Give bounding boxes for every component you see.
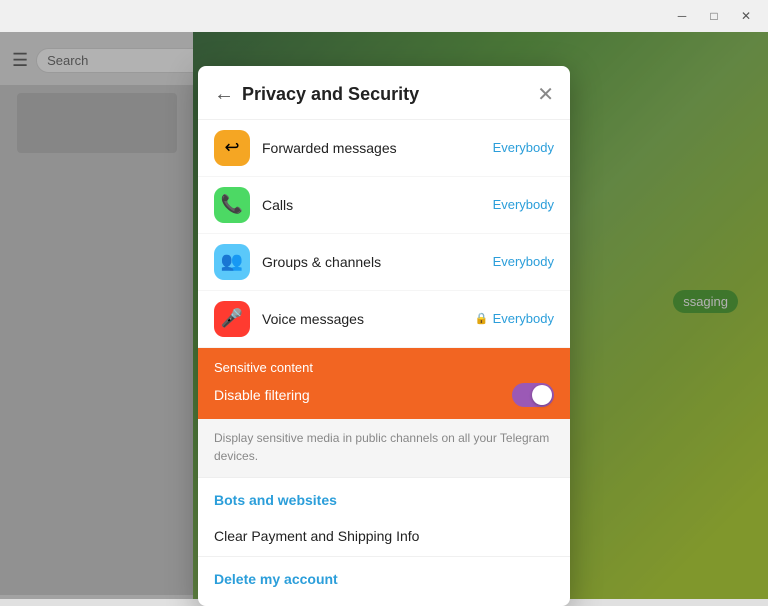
dialog-body: ↩ Forwarded messages Everybody 📞 Calls E… xyxy=(198,120,570,606)
privacy-item-calls[interactable]: 📞 Calls Everybody xyxy=(198,177,570,234)
clear-payment-label: Clear Payment and Shipping Info xyxy=(214,528,419,544)
sensitive-content-section: Sensitive content Disable filtering xyxy=(198,348,570,419)
clear-payment-item[interactable]: Clear Payment and Shipping Info xyxy=(198,516,570,557)
delete-header-text: Delete my account xyxy=(214,571,338,587)
delete-section-header: Delete my account xyxy=(198,557,570,595)
title-bar-controls: ─ □ ✕ xyxy=(668,5,760,27)
sensitive-desc-text: Display sensitive media in public channe… xyxy=(214,431,549,463)
dialog-close-button[interactable]: ✕ xyxy=(537,82,554,107)
privacy-security-dialog: ← Privacy and Security ✕ ↩ Forwarded mes… xyxy=(198,66,570,606)
sensitive-toggle-label: Disable filtering xyxy=(214,387,310,403)
dialog-title: Privacy and Security xyxy=(242,84,537,105)
disable-filtering-toggle[interactable] xyxy=(512,383,554,407)
modal-overlay: ← Privacy and Security ✕ ↩ Forwarded mes… xyxy=(0,32,768,599)
dialog-header: ← Privacy and Security ✕ xyxy=(198,66,570,120)
minimize-button[interactable]: ─ xyxy=(668,5,696,27)
sensitive-title: Sensitive content xyxy=(214,360,554,375)
groups-value: Everybody xyxy=(493,254,554,269)
maximize-button[interactable]: □ xyxy=(700,5,728,27)
groups-icon: 👥 xyxy=(214,244,250,280)
voice-value: 🔒 Everybody xyxy=(475,311,554,326)
privacy-item-voice[interactable]: 🎤 Voice messages 🔒 Everybody xyxy=(198,291,570,348)
bots-section-header: Bots and websites xyxy=(198,478,570,516)
close-button[interactable]: ✕ xyxy=(732,5,760,27)
voice-icon: 🎤 xyxy=(214,301,250,337)
privacy-item-forwarded[interactable]: ↩ Forwarded messages Everybody xyxy=(198,120,570,177)
voice-label: Voice messages xyxy=(262,311,475,327)
calls-icon: 📞 xyxy=(214,187,250,223)
lock-icon: 🔒 xyxy=(475,312,489,325)
toggle-knob xyxy=(532,385,552,405)
bots-header-text: Bots and websites xyxy=(214,492,337,508)
if-away-item[interactable]: If away for... 6 months xyxy=(198,595,570,606)
title-bar: ─ □ ✕ xyxy=(0,0,768,32)
forwarded-value: Everybody xyxy=(493,140,554,155)
privacy-item-groups[interactable]: 👥 Groups & channels Everybody xyxy=(198,234,570,291)
groups-label: Groups & channels xyxy=(262,254,493,270)
sensitive-description: Display sensitive media in public channe… xyxy=(198,419,570,478)
back-button[interactable]: ← xyxy=(214,83,242,106)
sensitive-toggle-row: Disable filtering xyxy=(214,383,554,411)
forwarded-label: Forwarded messages xyxy=(262,140,493,156)
calls-label: Calls xyxy=(262,197,493,213)
forwarded-icon: ↩ xyxy=(214,130,250,166)
calls-value: Everybody xyxy=(493,197,554,212)
